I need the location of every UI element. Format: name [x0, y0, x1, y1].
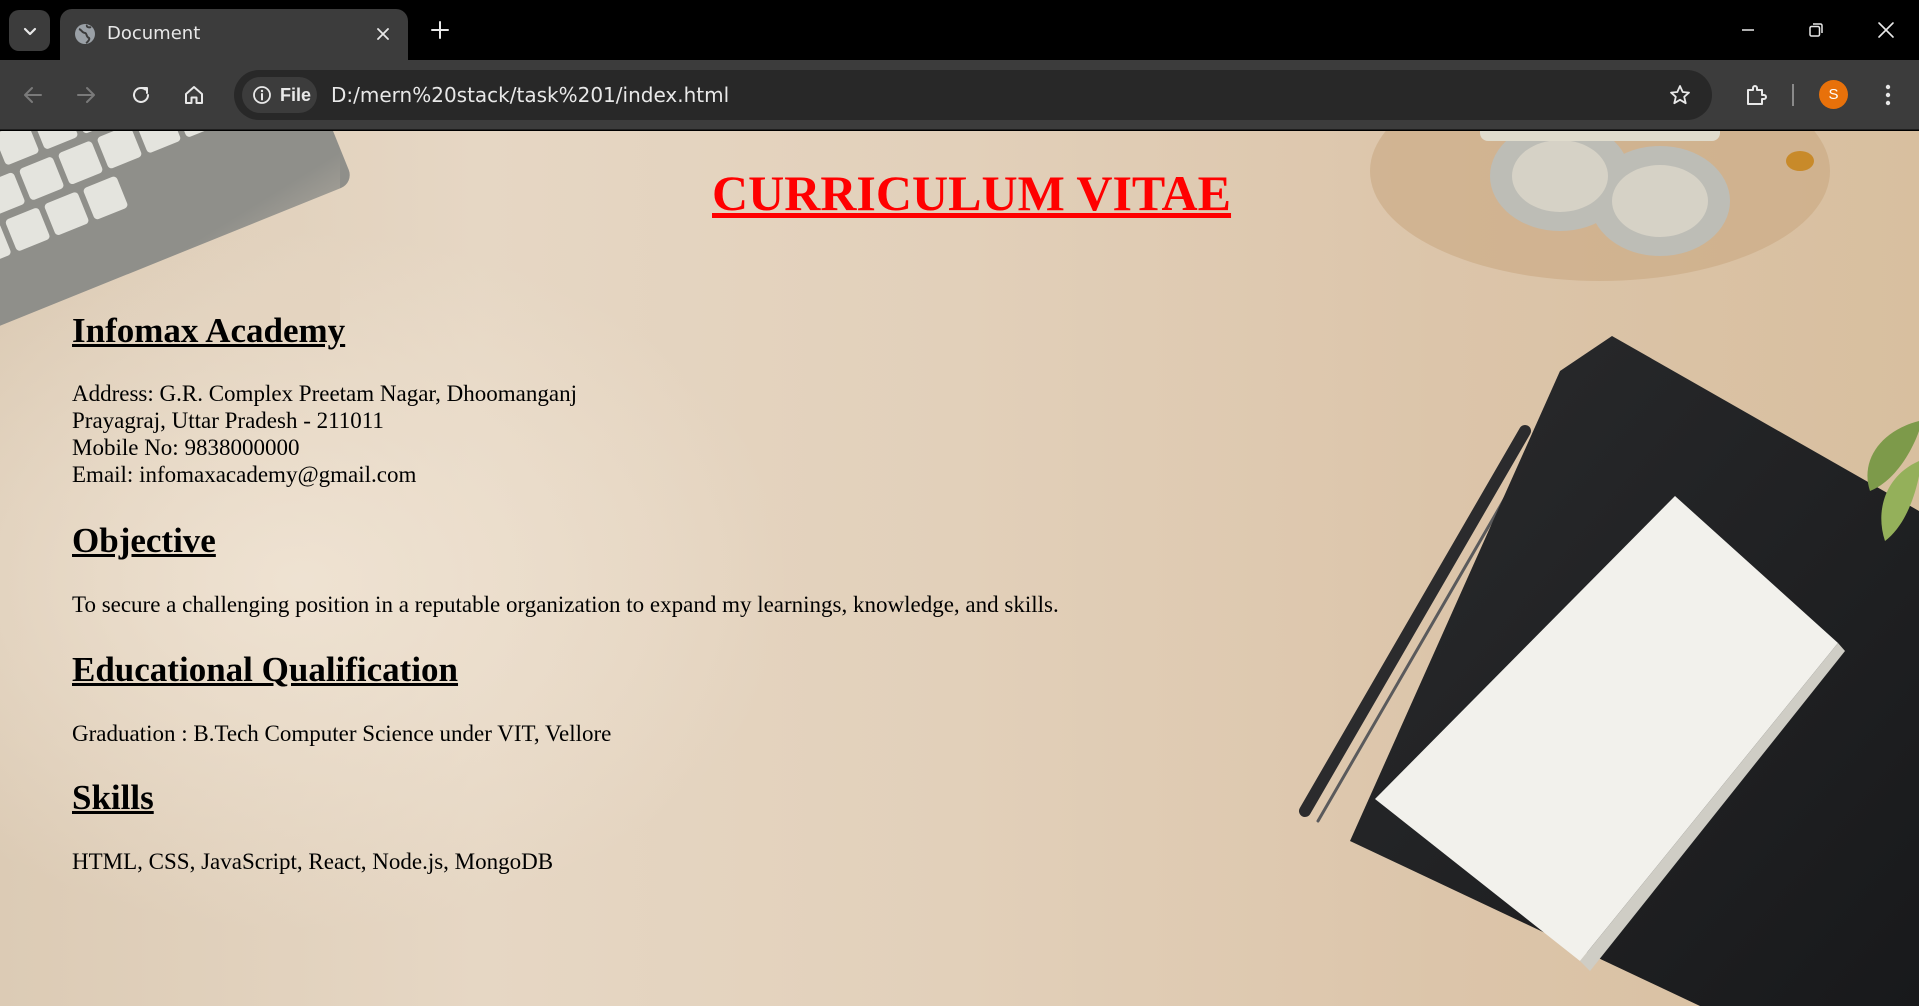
forward-button[interactable] — [68, 77, 104, 113]
home-icon — [185, 86, 203, 104]
profile-initial: S — [1828, 86, 1839, 103]
reload-button[interactable] — [123, 77, 159, 113]
academy-heading: Infomax Academy — [72, 311, 346, 350]
site-info-chip[interactable]: File — [242, 77, 317, 113]
tab-search-button[interactable] — [9, 10, 50, 51]
bookmark-button[interactable] — [1666, 81, 1694, 109]
close-tab-button[interactable] — [370, 21, 396, 47]
globe-icon — [75, 24, 95, 44]
arrow-left-icon — [24, 87, 42, 103]
more-vertical-icon — [1885, 84, 1891, 106]
url-text[interactable]: D:/mern%20stack/task%201/index.html — [331, 83, 729, 107]
arrow-right-icon — [77, 87, 95, 103]
close-icon — [1878, 22, 1894, 38]
extensions-button[interactable] — [1738, 77, 1774, 113]
objective-heading: Objective — [72, 521, 216, 560]
close-window-button[interactable] — [1866, 12, 1906, 48]
home-button[interactable] — [176, 77, 212, 113]
new-tab-button[interactable] — [424, 14, 456, 46]
academy-address-line-1: Address: G.R. Complex Preetam Nagar, Dho… — [72, 381, 577, 406]
browser-menu-button[interactable] — [1870, 77, 1906, 113]
close-icon — [377, 28, 389, 40]
tab-title: Document — [107, 23, 201, 44]
toolbar-separator — [1792, 84, 1794, 106]
browser-tab[interactable]: Document — [60, 9, 408, 60]
education-heading: Educational Qualification — [72, 650, 459, 689]
back-button[interactable] — [15, 77, 51, 113]
page-viewport: CURRICULUM VITAE Infomax Academy Address… — [0, 131, 1919, 1006]
info-icon — [253, 86, 271, 104]
academy-address-line-2: Prayagraj, Uttar Pradesh - 211011 — [72, 408, 384, 433]
skills-text: HTML, CSS, JavaScript, React, Node.js, M… — [72, 849, 554, 874]
minimize-icon — [1742, 29, 1754, 31]
objective-text: To secure a challenging position in a re… — [72, 592, 1059, 617]
tab-strip: Document — [0, 0, 1919, 60]
chevron-down-icon — [23, 27, 36, 35]
academy-email: Email: infomaxacademy@gmail.com — [72, 462, 417, 487]
star-icon — [1670, 85, 1690, 105]
puzzle-icon — [1747, 85, 1767, 105]
minimize-button[interactable] — [1728, 12, 1768, 48]
eyewear-image — [1370, 131, 1830, 281]
profile-avatar[interactable]: S — [1819, 80, 1848, 109]
restore-icon — [1809, 23, 1823, 37]
plus-icon — [431, 21, 449, 39]
reload-icon — [133, 86, 149, 103]
page-title: CURRICULUM VITAE — [712, 165, 1232, 221]
restore-button[interactable] — [1796, 12, 1836, 48]
site-chip-label: File — [280, 84, 312, 105]
education-text: Graduation : B.Tech Computer Science und… — [72, 721, 612, 746]
skills-heading: Skills — [72, 778, 154, 817]
browser-toolbar: File D:/mern%20stack/task%201/index.html… — [0, 60, 1919, 130]
address-bar[interactable]: File D:/mern%20stack/task%201/index.html — [234, 70, 1712, 120]
academy-mobile: Mobile No: 9838000000 — [72, 435, 300, 460]
